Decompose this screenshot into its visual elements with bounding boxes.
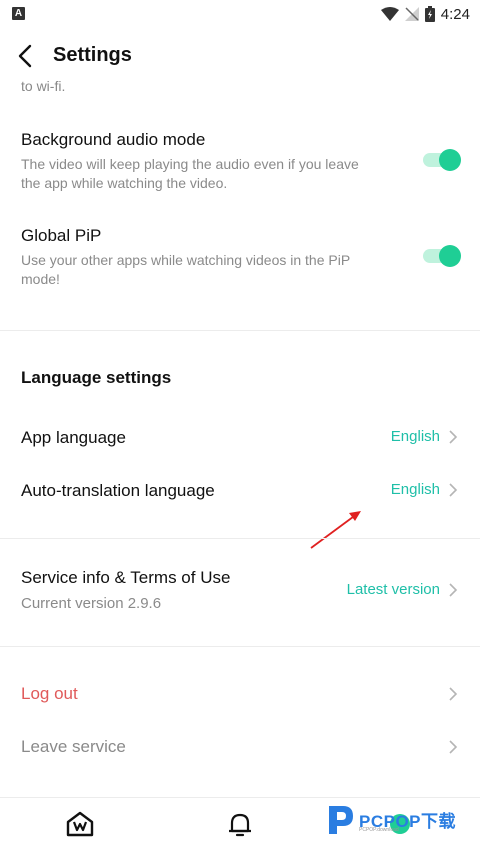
logout-label: Log out	[21, 684, 78, 703]
watermark: PCPOP下载 PCPOP.download	[325, 800, 475, 840]
auto-translation-label: Auto-translation language	[21, 481, 215, 500]
background-audio-description: The video will keep playing the audio ev…	[21, 156, 359, 191]
service-info-value: Latest version	[347, 581, 458, 598]
home-w-icon	[66, 811, 94, 837]
chevron-right-icon	[449, 740, 458, 754]
service-info-row[interactable]: Service info & Terms of Use Current vers…	[0, 560, 480, 622]
bell-icon	[229, 813, 251, 837]
language-settings-heading: Language settings	[21, 368, 172, 387]
logout-row[interactable]: Log out	[0, 676, 480, 712]
clock: 4:24	[440, 5, 470, 23]
status-bar: A 4:24	[0, 0, 480, 28]
wifi-icon	[380, 7, 399, 21]
global-pip-title: Global PiP	[21, 226, 102, 245]
app-language-value-text: English	[390, 428, 440, 445]
latest-version-text: Latest version	[346, 581, 440, 598]
red-annotation-arrow	[310, 511, 361, 549]
nav-home[interactable]	[64, 808, 96, 840]
divider	[0, 646, 480, 647]
chevron-right-icon	[449, 582, 458, 597]
current-version-text: Current version 2.9.6	[21, 595, 162, 612]
auto-translation-value: English	[391, 481, 458, 498]
chevron-right-icon	[449, 687, 458, 701]
page-title: Settings	[53, 44, 132, 66]
app-language-value: English	[391, 428, 458, 445]
service-info-title: Service info & Terms of Use	[21, 568, 231, 587]
leave-service-row[interactable]: Leave service	[0, 729, 480, 765]
app-notification-icon: A	[12, 7, 25, 20]
global-pip-description: Use your other apps while watching video…	[21, 252, 350, 287]
chevron-right-icon	[449, 429, 458, 444]
header: Settings	[0, 28, 480, 84]
global-pip-toggle[interactable]	[421, 245, 461, 267]
divider	[0, 330, 480, 331]
nav-notifications[interactable]	[224, 808, 256, 840]
leave-service-label: Leave service	[21, 737, 126, 756]
divider	[0, 538, 480, 539]
no-signal-icon	[404, 7, 419, 21]
watermark-logo-icon	[329, 806, 353, 834]
back-arrow-icon	[18, 44, 32, 68]
app-language-label: App language	[21, 428, 126, 447]
toggle-knob	[439, 149, 461, 171]
global-pip-row: Global PiP Use your other apps while wat…	[0, 222, 480, 292]
toggle-knob	[439, 245, 461, 267]
background-audio-toggle[interactable]	[421, 149, 461, 171]
status-icons: 4:24	[380, 4, 470, 24]
battery-icon	[424, 6, 435, 22]
auto-translation-value-text: English	[390, 481, 440, 498]
background-audio-title: Background audio mode	[21, 130, 206, 149]
watermark-subtext: PCPOP.download	[359, 827, 399, 833]
app-language-row[interactable]: App language English	[0, 420, 480, 456]
cut-off-description: to wi-fi.	[21, 78, 66, 94]
chevron-right-icon	[449, 482, 458, 497]
background-audio-row: Background audio mode The video will kee…	[0, 126, 480, 196]
auto-translation-row[interactable]: Auto-translation language English	[0, 473, 480, 509]
back-button[interactable]	[12, 40, 40, 72]
